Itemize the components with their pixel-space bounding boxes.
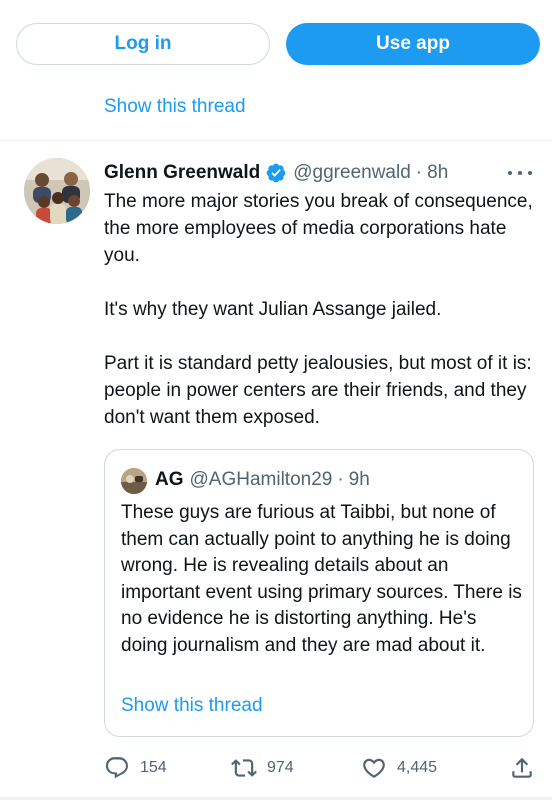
top-bar: Log in Use app [0, 0, 552, 90]
quoted-tweet-card[interactable]: AG @AGHamilton29 · 9h These guys are fur… [104, 449, 534, 737]
tweet-timestamp[interactable]: 8h [427, 162, 448, 184]
reply-button[interactable]: 154 [104, 750, 167, 786]
separator-dot: · [337, 469, 344, 490]
like-button[interactable]: 4,445 [361, 750, 437, 786]
retweet-count: 974 [267, 759, 294, 776]
tweet-paragraph: The more major stories you break of cons… [104, 191, 533, 266]
quoted-author-name: AG [155, 469, 184, 490]
retweet-icon [231, 759, 257, 777]
heart-icon [363, 758, 385, 778]
divider [0, 140, 552, 141]
share-button[interactable] [509, 750, 535, 786]
tweet-text: The more major stories you break of cons… [104, 188, 534, 431]
quoted-tweet-text: These guys are furious at Taibbi, but no… [121, 502, 522, 656]
quoted-show-thread-link[interactable]: Show this thread [121, 695, 263, 717]
avatar-photo-icon [24, 158, 90, 224]
show-thread-link[interactable]: Show this thread [104, 96, 246, 118]
retweet-button[interactable]: 974 [231, 750, 294, 786]
like-count: 4,445 [397, 759, 438, 776]
verified-badge-icon [266, 163, 286, 183]
reply-icon [105, 757, 128, 779]
more-options-icon[interactable] [508, 163, 532, 183]
author-name[interactable]: Glenn Greenwald [104, 162, 260, 184]
author-handle[interactable]: @ggreenwald [293, 162, 411, 184]
tweet-paragraph: Part it is standard petty jealousies, bu… [104, 353, 532, 428]
quoted-tweet-timestamp: 9h [348, 469, 370, 490]
reply-count: 154 [140, 759, 167, 776]
author-avatar[interactable] [24, 158, 90, 224]
share-icon [512, 757, 532, 778]
login-button[interactable]: Log in [16, 23, 270, 65]
avatar-photo-icon [121, 468, 147, 494]
tweet-paragraph: It's why they want Julian Assange jailed… [104, 299, 442, 320]
quoted-author-row: AG @AGHamilton29 · 9h [155, 469, 370, 491]
use-app-button[interactable]: Use app [286, 23, 540, 65]
tweet-actions-bar: 154 974 4,445 [0, 750, 552, 786]
quoted-author-avatar [121, 468, 147, 494]
separator-dot: · [415, 162, 423, 183]
quoted-author-handle: @AGHamilton29 [189, 469, 333, 490]
tweet-author-row: Glenn Greenwald @ggreenwald · 8h [104, 160, 448, 186]
